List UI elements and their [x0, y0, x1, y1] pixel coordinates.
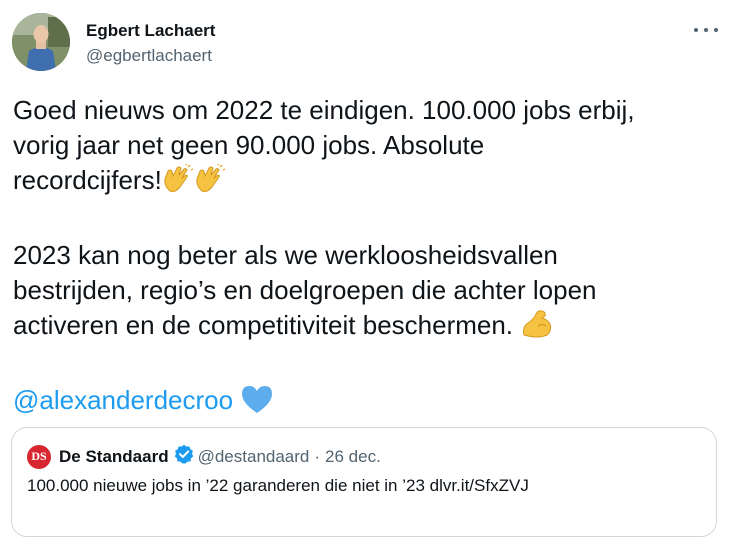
quoted-author-name[interactable]: De Standaard	[59, 447, 169, 467]
tweet-line: vorig jaar net geen 90.000 jobs. Absolut…	[13, 130, 485, 160]
author-name[interactable]: Egbert Lachaert	[86, 21, 215, 41]
tweet-line: @alexanderdecroo	[13, 383, 725, 423]
quoted-tweet-date[interactable]: 26 dec.	[325, 447, 381, 467]
tweet-line: activeren en de competitiviteit bescherm…	[13, 308, 725, 348]
tweet-line-text: activeren en de competitiviteit bescherm…	[13, 310, 514, 340]
clapping-hands-icon	[162, 162, 194, 203]
flexed-biceps-icon	[520, 309, 554, 348]
verified-badge-icon	[174, 444, 194, 469]
mention-link[interactable]: @alexanderdecroo	[13, 385, 233, 415]
separator-dot: ·	[314, 446, 321, 466]
tweet-line: Goed nieuws om 2022 te eindigen. 100.000…	[13, 95, 635, 125]
quoted-author-handle[interactable]: @destandaard	[198, 447, 310, 467]
tweet-text: Goed nieuws om 2022 te eindigen. 100.000…	[13, 93, 725, 423]
blue-heart-icon	[240, 384, 274, 423]
author-handle[interactable]: @egbertlachaert	[86, 46, 215, 66]
quoted-tweet-card[interactable]: DS De Standaard @destandaard · 26 dec. 1…	[11, 427, 717, 537]
tweet-line: recordcijfers!	[13, 162, 725, 203]
more-options-icon[interactable]	[694, 20, 718, 40]
author-info: Egbert Lachaert @egbertlachaert	[86, 21, 215, 66]
quoted-tweet-text: 100.000 nieuwe jobs in ’22 garanderen di…	[27, 476, 529, 495]
tweet-line-text: recordcijfers!	[13, 165, 162, 195]
author-avatar[interactable]	[12, 13, 70, 71]
quoted-tweet-header: DS De Standaard @destandaard · 26 dec.	[27, 444, 381, 469]
clapping-hands-icon	[194, 162, 226, 203]
tweet-line: bestrijden, regio’s en doelgroepen die a…	[13, 275, 597, 305]
tweet-line: 2023 kan nog beter als we werkloosheidsv…	[13, 240, 558, 270]
de-standaard-logo[interactable]: DS	[27, 444, 51, 469]
